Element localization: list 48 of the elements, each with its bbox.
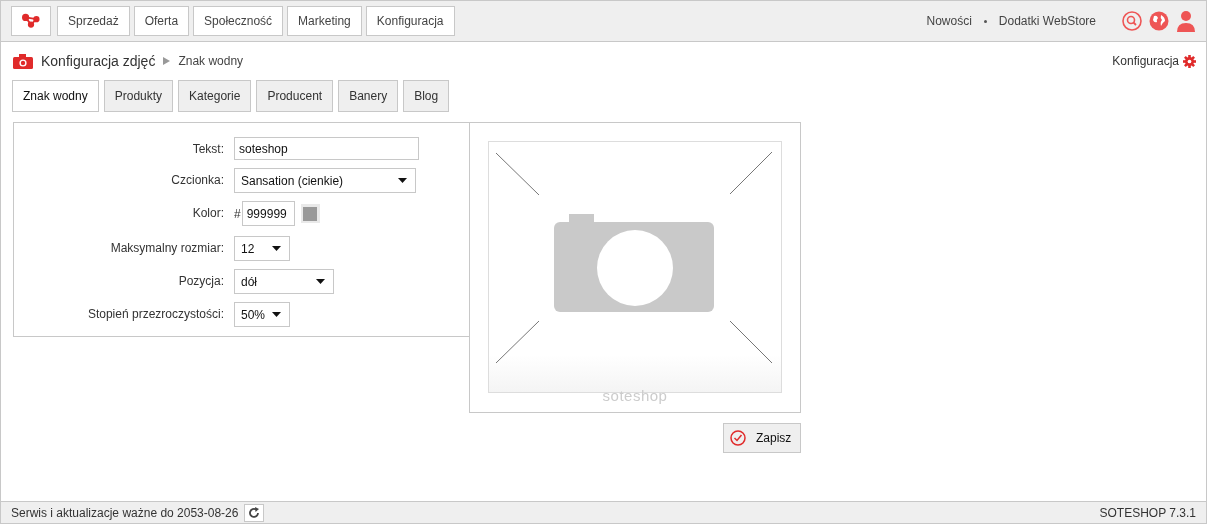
tab[interactable]: Blog <box>403 80 450 112</box>
breadcrumb-link[interactable]: Konfiguracja zdjęć <box>41 53 156 69</box>
globe-icon[interactable] <box>1149 11 1169 31</box>
field-label: Czcionka: <box>170 172 224 187</box>
hash-sign: # <box>234 206 241 221</box>
network-logo-icon <box>22 13 40 29</box>
field-label: Kolor: <box>191 205 224 220</box>
configuration-link[interactable]: Konfiguracja <box>1112 54 1179 68</box>
breadcrumb-current: Znak wodny <box>178 54 244 68</box>
tab[interactable]: Producent <box>256 80 334 112</box>
tab[interactable]: Kategorie <box>178 80 252 112</box>
logo-button[interactable] <box>11 6 51 36</box>
nav-button[interactable]: Społeczność <box>193 6 284 36</box>
caret-icon <box>272 312 281 317</box>
nav-button[interactable]: Konfiguracja <box>365 6 455 36</box>
caret-icon <box>316 279 325 284</box>
dropdown[interactable]: 50% <box>234 302 290 327</box>
dropdown[interactable]: 12 <box>234 236 290 261</box>
field-label: Stopień przezroczystości: <box>86 306 224 321</box>
nav-button[interactable]: Sprzedaż <box>57 6 130 36</box>
caret-icon <box>272 246 281 251</box>
tab[interactable]: Banery <box>338 80 399 112</box>
color-input-field[interactable]: 999999 <box>241 201 295 226</box>
tab[interactable]: Znak wodny <box>12 80 99 112</box>
camera-icon <box>13 53 33 69</box>
separator-dot <box>983 19 987 23</box>
save-button[interactable]: Zapisz <box>723 423 801 453</box>
settings-icon[interactable] <box>1183 54 1196 68</box>
search-icon[interactable] <box>1122 11 1142 31</box>
refresh-icon <box>248 506 261 519</box>
nav-link[interactable]: Nowości <box>926 14 972 28</box>
input-field[interactable]: soteshop <box>234 137 419 160</box>
caret-icon <box>398 178 407 183</box>
check-circle-icon <box>730 430 746 446</box>
version-text: SOTESHOP 7.3.1 <box>1099 505 1196 520</box>
field-label: Maksymalny rozmiar: <box>109 240 224 255</box>
user-icon[interactable] <box>1176 10 1196 32</box>
dropdown[interactable]: Sansation (cienkie) <box>234 168 416 193</box>
field-label: Tekst: <box>191 141 224 156</box>
refresh-button[interactable] <box>244 503 265 522</box>
nav-button[interactable]: Oferta <box>133 6 190 36</box>
dropdown[interactable]: dół <box>234 269 334 294</box>
field-label: Pozycja: <box>177 273 224 288</box>
license-text: Serwis i aktualizacje ważne do 2053-08-26 <box>11 505 239 520</box>
nav-button[interactable]: Marketing <box>287 6 362 36</box>
breadcrumb-arrow-icon <box>163 57 171 65</box>
tab[interactable]: Produkty <box>103 80 174 112</box>
nav-link[interactable]: Dodatki WebStore <box>998 14 1096 28</box>
